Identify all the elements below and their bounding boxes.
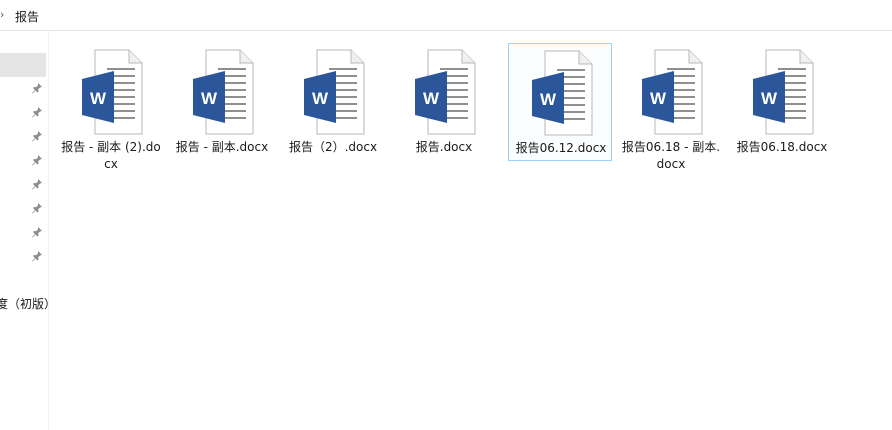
pin-icon[interactable] [31,154,43,166]
chevron-right-icon[interactable]: › [0,8,10,22]
pin-icon[interactable] [31,250,43,262]
file-list: W 报告 - 副本 (2).docx W 报告 - 副本.docx W 报告（2… [49,31,892,430]
file-name[interactable]: 报告 - 副本.docx [172,139,272,156]
pin-icon[interactable] [31,106,43,118]
file-name[interactable]: 报告 - 副本 (2).docx [61,139,161,173]
file-item[interactable]: W 报告（2）.docx [281,43,385,161]
word-doc-icon: W [304,49,365,135]
file-name[interactable]: 报告06.12.docx [511,140,611,157]
file-item[interactable]: W 报告 - 副本.docx [170,43,274,161]
word-doc-icon: W [82,49,143,135]
word-doc-icon: W [753,49,814,135]
nav-item-label[interactable]: 度（初版） [0,295,48,312]
file-item[interactable]: W 报告06.18.docx [730,43,834,161]
pin-icon[interactable] [31,226,43,238]
file-name[interactable]: 报告（2）.docx [283,139,383,156]
file-item[interactable]: W 报告 - 副本 (2).docx [59,43,163,171]
svg-text:W: W [423,89,440,108]
svg-text:W: W [761,89,778,108]
file-item[interactable]: W 报告06.18 - 副本.docx [619,43,723,171]
svg-text:W: W [201,89,218,108]
address-bar[interactable]: › 报告 [0,0,892,31]
file-item[interactable]: W 报告.docx [392,43,496,161]
pin-icon[interactable] [31,202,43,214]
file-name[interactable]: 报告06.18.docx [732,139,832,156]
svg-text:W: W [650,89,667,108]
file-name[interactable]: 报告06.18 - 副本.docx [621,139,721,173]
file-name[interactable]: 报告.docx [394,139,494,156]
word-doc-icon: W [642,49,703,135]
word-doc-icon: W [532,50,593,136]
file-item-selected[interactable]: W 报告06.12.docx [508,43,612,161]
svg-text:W: W [90,89,107,108]
pin-icon[interactable] [31,82,43,94]
word-doc-icon: W [193,49,254,135]
breadcrumb-current-folder[interactable]: 报告 [15,8,39,25]
pin-icon[interactable] [31,178,43,190]
svg-text:W: W [540,90,557,109]
word-doc-icon: W [415,49,476,135]
pin-icon[interactable] [31,130,43,142]
svg-text:W: W [312,89,329,108]
nav-item-selected[interactable] [0,53,46,77]
navigation-pane: 度（初版） [0,31,49,430]
